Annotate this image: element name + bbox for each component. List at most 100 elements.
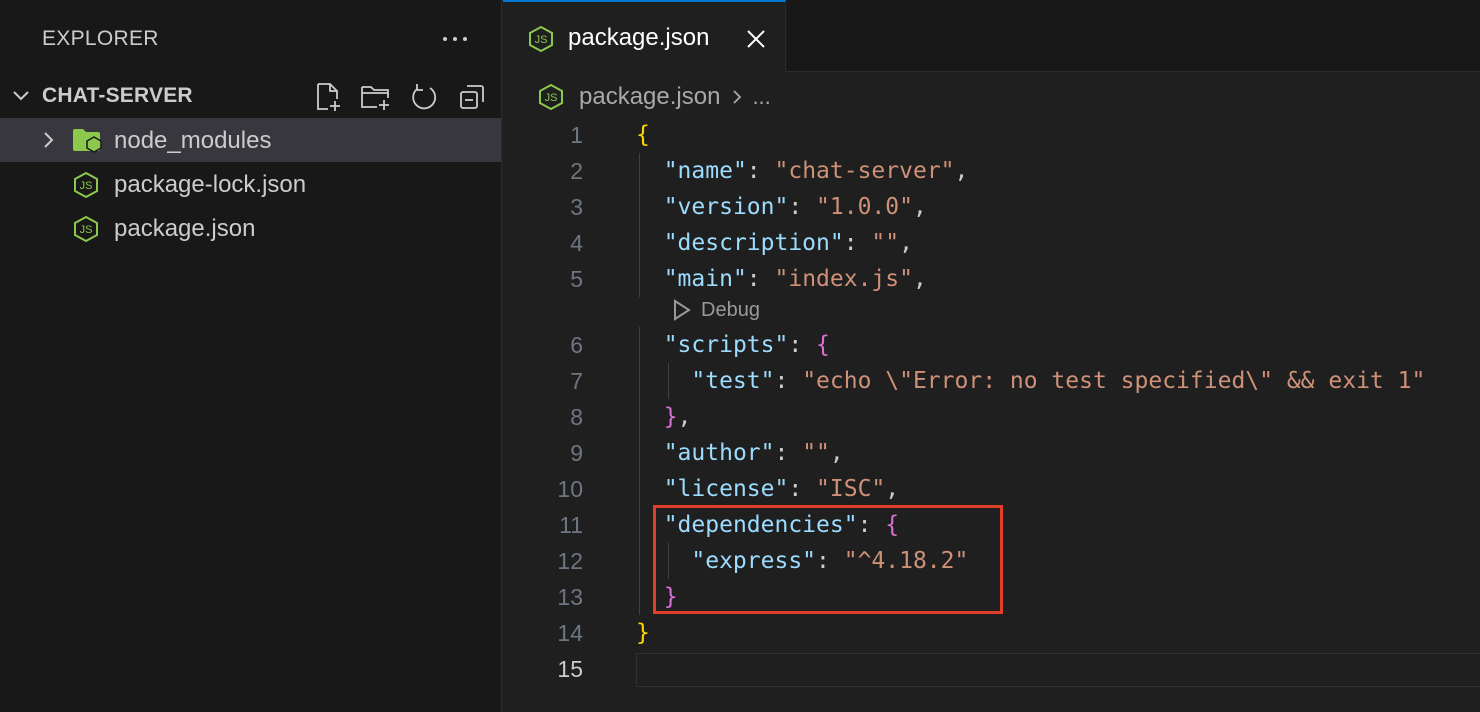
code-token: "version" — [663, 194, 789, 220]
line-number: 7 — [570, 368, 583, 394]
code-line: "scripts": { — [636, 327, 830, 363]
code-token: "express" — [691, 548, 817, 574]
code-token: , — [885, 476, 900, 502]
code-line: { — [636, 117, 650, 153]
line-number: 13 — [557, 584, 583, 610]
explorer-header: EXPLORER — [0, 0, 501, 78]
svg-text:JS: JS — [80, 224, 93, 236]
folder-actions — [311, 80, 489, 114]
code-line: "description": "", — [636, 225, 913, 261]
codelens-label: Debug — [701, 298, 760, 321]
chevron-right-icon[interactable] — [38, 130, 58, 150]
chevron-down-icon[interactable] — [10, 85, 32, 107]
code-token: "" — [802, 440, 830, 466]
debug-codelens[interactable]: Debug — [671, 298, 760, 322]
tree-item-label: package-lock.json — [114, 171, 307, 198]
line-number: 15 — [557, 656, 583, 682]
code-token: "license" — [663, 476, 789, 502]
code-token: : — [788, 332, 817, 358]
tree-item-node-modules[interactable]: node_modules — [0, 118, 501, 162]
code-line: "test": "echo \"Error: no test specified… — [636, 363, 1425, 399]
code-token: : — [788, 194, 817, 220]
line-number: 11 — [559, 512, 583, 538]
more-actions-icon[interactable] — [439, 23, 471, 55]
code-line: "version": "1.0.0", — [636, 189, 927, 225]
code-token: , — [829, 440, 844, 466]
code-token: : — [816, 548, 844, 574]
code-token: "index.js" — [774, 266, 913, 292]
code-token: "scripts" — [663, 332, 789, 358]
code-token: } — [636, 620, 650, 646]
code-token: , — [677, 404, 692, 430]
line-number: 8 — [570, 404, 583, 430]
code-token: "ISC" — [816, 476, 886, 502]
code-token: "description" — [663, 230, 844, 256]
code-token: : — [746, 266, 775, 292]
line-number: 2 — [570, 158, 583, 184]
code-token: , — [899, 230, 913, 256]
code-line: "main": "index.js", — [636, 261, 927, 297]
code-line: } — [636, 579, 678, 615]
current-line-highlight — [636, 653, 1480, 687]
nodejs-icon: JS — [72, 171, 100, 199]
code-token: "name" — [663, 158, 747, 184]
code-token: "dependencies" — [663, 512, 858, 538]
code-token: : — [746, 158, 775, 184]
code-token: } — [663, 584, 678, 610]
code-line: } — [636, 615, 650, 651]
line-number: 3 — [570, 194, 583, 220]
play-icon — [671, 298, 693, 322]
code-token: "1.0.0" — [816, 194, 913, 220]
workspace-folder-name: CHAT-SERVER — [42, 84, 193, 107]
code-token: "author" — [663, 440, 775, 466]
code-line: "dependencies": { — [636, 507, 899, 543]
code-editor[interactable]: Debug 1 {2 "name": "chat-server", 3 "versi… — [503, 0, 1480, 712]
explorer-sidebar: EXPLORER CHAT-SERVER node_modules JS pac… — [0, 0, 502, 712]
editor-area: JS package.json JS package.json ... Debu… — [503, 0, 1480, 712]
new-file-icon[interactable] — [311, 80, 345, 114]
line-number: 10 — [557, 476, 583, 502]
code-token: "main" — [663, 266, 747, 292]
line-number: 5 — [570, 266, 583, 292]
collapse-all-icon[interactable] — [455, 80, 489, 114]
line-number: 14 — [557, 620, 583, 646]
code-token: { — [885, 512, 900, 538]
code-token: : — [788, 476, 817, 502]
tree-item-package-lock[interactable]: JS package-lock.json — [0, 162, 501, 206]
line-number: 1 — [570, 122, 583, 148]
code-token: "echo \"Error: no test specified\" && ex… — [802, 368, 1426, 394]
tree-item-package-json[interactable]: JS package.json — [0, 206, 501, 250]
code-token: : — [774, 440, 803, 466]
line-number: 6 — [570, 332, 583, 358]
code-token: "" — [871, 230, 900, 256]
code-token: : — [843, 230, 872, 256]
code-token: { — [636, 122, 650, 148]
code-token: "^4.18.2" — [843, 548, 969, 574]
code-line: "license": "ISC", — [636, 471, 899, 507]
refresh-icon[interactable] — [407, 80, 441, 114]
new-folder-icon[interactable] — [359, 80, 393, 114]
tree-item-label: package.json — [114, 215, 256, 242]
code-token: : — [857, 512, 886, 538]
line-number: 12 — [557, 548, 583, 574]
code-line: "express": "^4.18.2" — [636, 543, 968, 579]
svg-text:JS: JS — [80, 180, 93, 192]
nodejs-icon: JS — [72, 215, 100, 243]
workspace-folder-header[interactable]: CHAT-SERVER — [0, 74, 501, 118]
code-token: "test" — [691, 368, 775, 394]
code-line: }, — [636, 399, 692, 435]
code-token: } — [663, 404, 678, 430]
folder-node-icon — [72, 127, 104, 153]
code-line: "author": "", — [636, 435, 844, 471]
